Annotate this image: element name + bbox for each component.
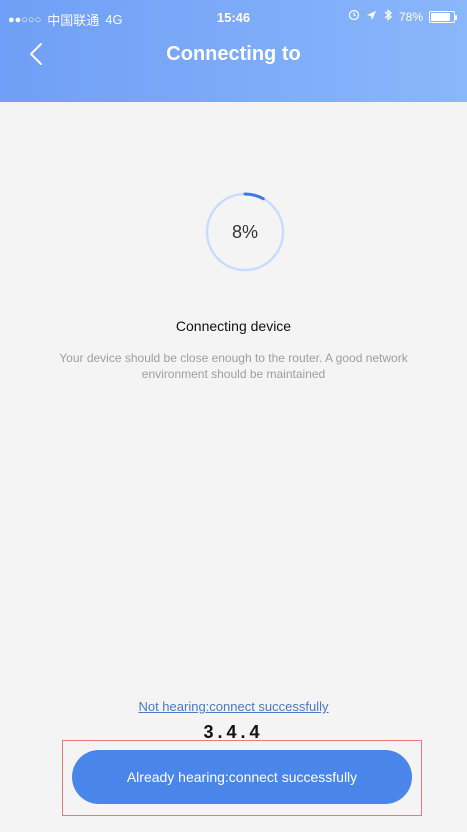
battery-icon — [429, 10, 457, 23]
page-title: Connecting to — [166, 43, 301, 65]
connection-status-title: Connecting device — [175, 318, 292, 334]
connection-status-description: Your device should be close enough to th… — [59, 351, 408, 381]
status-right: 78% — [348, 9, 457, 24]
progress-percentage: 8% — [231, 221, 258, 242]
battery-level-fill — [431, 12, 450, 21]
progress-ring: 8% — [203, 190, 287, 274]
bluetooth-icon — [383, 9, 393, 24]
top-header: ●●○○○ 中国联通 4G 15:46 78% Connecting to — [0, 0, 467, 102]
alarm-icon — [348, 9, 360, 24]
battery-percentage: 78% — [398, 9, 423, 24]
navigation-bar: Connecting to — [0, 34, 467, 78]
location-arrow-icon — [366, 10, 377, 24]
not-hearing-link[interactable]: Not hearing:connect successfully — [0, 699, 467, 714]
status-bar: ●●○○○ 中国联通 4G 15:46 78% — [0, 0, 467, 34]
already-hearing-button[interactable]: Already hearing:connect successfully — [72, 750, 412, 804]
